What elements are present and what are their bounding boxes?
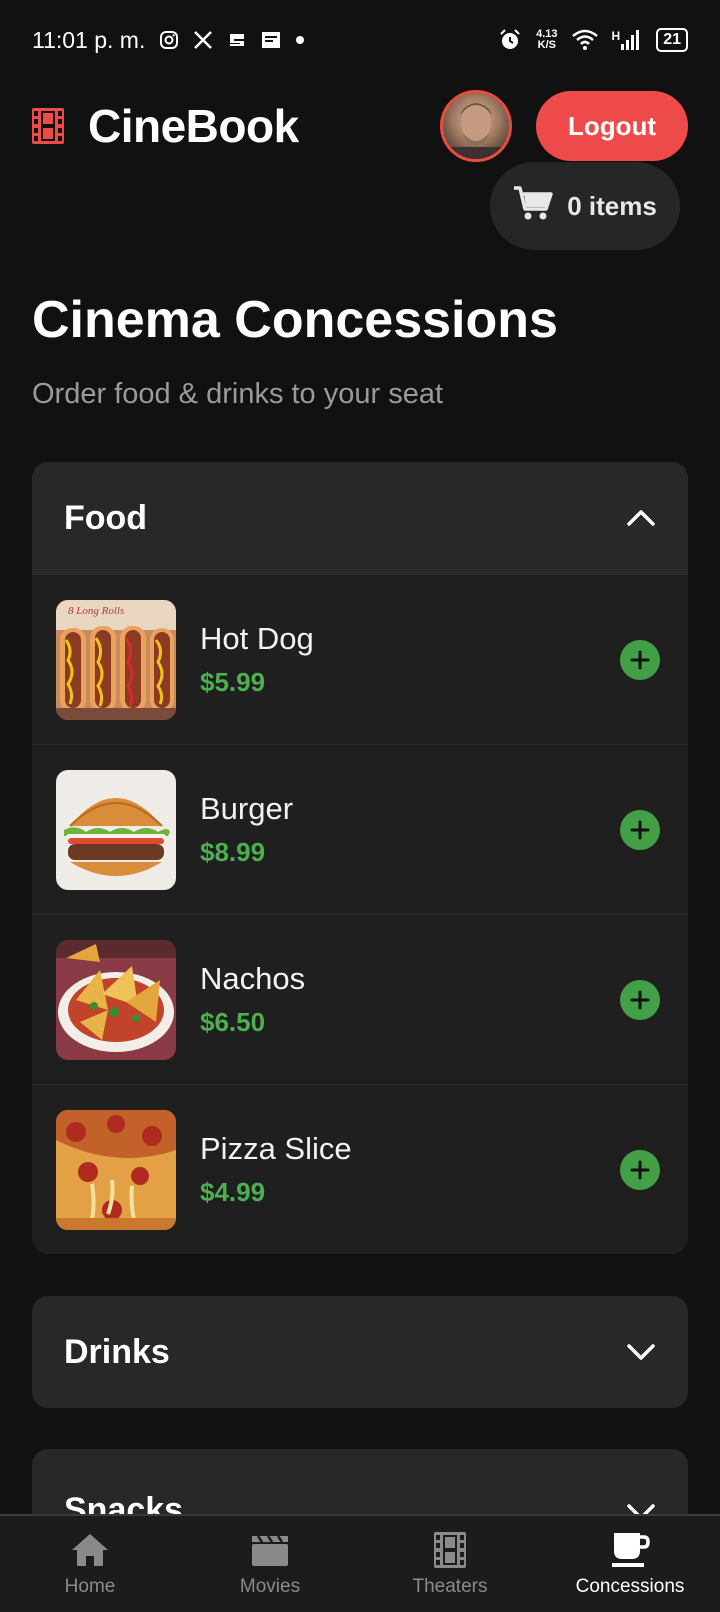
section-title: Food [64, 498, 148, 537]
signal-icon: H [612, 29, 643, 51]
status-left: 11:01 p. m. [32, 27, 305, 54]
logout-button[interactable]: Logout [536, 91, 688, 161]
film-reel-icon [32, 108, 64, 144]
item-info: Nachos $6.50 [200, 961, 305, 1038]
item-info: Hot Dog $5.99 [200, 621, 314, 698]
item-name: Hot Dog [200, 621, 314, 656]
news-icon [261, 30, 281, 50]
net-speed: 4.13 K/S [536, 29, 557, 51]
chevron-up-icon [626, 503, 656, 533]
film-icon [430, 1530, 470, 1570]
clapperboard-icon [250, 1530, 290, 1570]
nav-label: Concessions [575, 1576, 685, 1597]
nav-label: Home [64, 1576, 116, 1597]
section-title: Drinks [64, 1332, 170, 1371]
nav-item-movies[interactable]: Movies [180, 1516, 360, 1612]
cart-icon [513, 185, 553, 228]
nav-item-concessions[interactable]: Concessions [540, 1516, 720, 1612]
menu-item: 8 Long Rolls Hot Dog $5.99 [32, 574, 688, 744]
menu-item: Pizza Slice $4.99 [32, 1084, 688, 1254]
nav-item-theaters[interactable]: Theaters [360, 1516, 540, 1612]
item-name: Burger [200, 791, 294, 826]
add-to-cart-button[interactable] [620, 640, 660, 680]
section-title: Snacks [64, 1491, 184, 1514]
cart-count-label: 0 items [567, 190, 657, 221]
page-title: Cinema Concessions [32, 291, 558, 349]
home-icon [70, 1530, 110, 1570]
item-info: Pizza Slice $4.99 [200, 1131, 352, 1208]
pizza-image [56, 1109, 176, 1230]
menu-item: Nachos $6.50 [32, 914, 688, 1084]
add-to-cart-button[interactable] [620, 980, 660, 1020]
menu-item: Burger $8.99 [32, 744, 688, 914]
page-subtitle: Order food & drinks to your seat [32, 378, 444, 410]
x-icon [193, 30, 213, 50]
plus-icon [630, 650, 650, 670]
nav-item-home[interactable]: Home [0, 1516, 180, 1612]
nachos-image [56, 939, 176, 1060]
section-snacks-header[interactable]: Snacks [32, 1449, 688, 1514]
burger-image [56, 769, 176, 890]
brand-name: CineBook [88, 100, 299, 152]
section-food: Food 8 Long Rolls Hot Dog $5.99 Burger $… [32, 462, 688, 1254]
chevron-down-icon [626, 1337, 656, 1367]
plus-icon [630, 990, 650, 1010]
plus-icon [630, 1160, 650, 1180]
item-price: $6.50 [200, 1007, 266, 1037]
chevron-down-icon [626, 1497, 656, 1514]
section-drinks: Drinks [32, 1296, 688, 1408]
plus-icon [630, 820, 650, 840]
section-food-header[interactable]: Food [32, 462, 688, 574]
dot-icon [295, 35, 305, 45]
item-name: Pizza Slice [200, 1131, 352, 1166]
add-to-cart-button[interactable] [620, 810, 660, 850]
instagram-icon [159, 30, 179, 50]
cart-button[interactable]: 0 items [490, 162, 680, 250]
avatar[interactable] [440, 90, 512, 162]
app-icon [227, 30, 247, 50]
coffee-cup-icon [610, 1530, 650, 1570]
nav-label: Theaters [412, 1576, 488, 1597]
battery-indicator: 21 [656, 28, 688, 52]
status-bar: 11:01 p. m. 4.13 K/S H 21 [0, 0, 720, 80]
item-price: $4.99 [200, 1177, 266, 1207]
battery-level: 21 [663, 31, 681, 48]
item-price: $5.99 [200, 667, 266, 697]
item-name: Nachos [200, 961, 306, 996]
section-snacks: Snacks [32, 1449, 688, 1514]
network-label: H [611, 29, 621, 43]
bottom-nav: Home Movies Theaters Concessions [0, 1514, 720, 1612]
item-price: $8.99 [200, 837, 266, 867]
svg-text:8 Long Rolls: 8 Long Rolls [68, 605, 124, 617]
status-time: 11:01 p. m. [32, 26, 146, 53]
status-right: 4.13 K/S H 21 [498, 28, 688, 52]
add-to-cart-button[interactable] [620, 1150, 660, 1190]
hot-dog-image: 8 Long Rolls [56, 599, 176, 720]
app-header: CineBook Logout [32, 90, 688, 162]
nav-label: Movies [239, 1576, 301, 1597]
item-info: Burger $8.99 [200, 791, 293, 868]
alarm-icon [498, 28, 522, 52]
wifi-icon [571, 29, 598, 51]
net-speed-unit: K/S [537, 39, 556, 51]
section-drinks-header[interactable]: Drinks [32, 1296, 688, 1408]
